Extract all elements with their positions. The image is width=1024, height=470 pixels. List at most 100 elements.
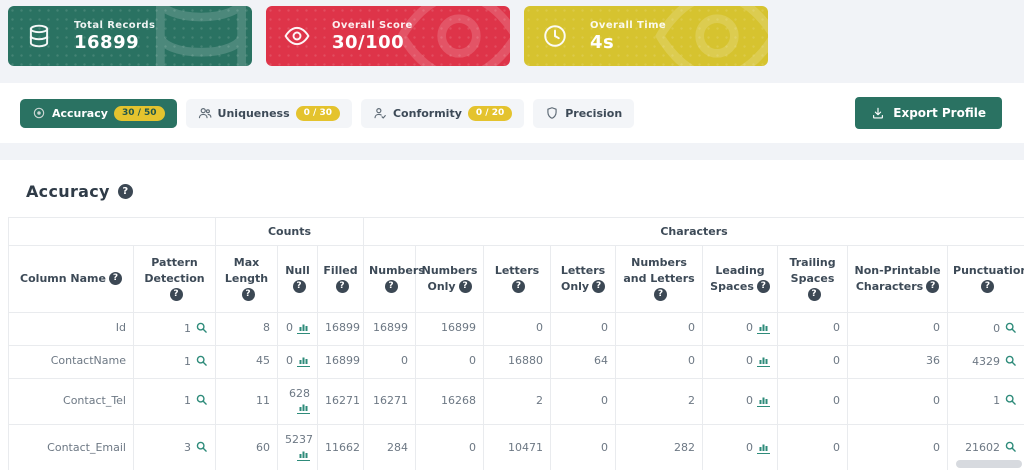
cell-value: 1 [993, 394, 1001, 408]
value-cell: 45 [215, 344, 278, 379]
value-cell: 0 [415, 344, 485, 379]
column-name-cell: Id [8, 311, 134, 346]
column-header: Non-Printable Characters? [847, 245, 949, 313]
cell-value: 11 [256, 393, 270, 407]
value-cell: 5237 [277, 424, 318, 470]
help-icon[interactable]: ? [241, 288, 255, 302]
help-icon[interactable]: ? [592, 280, 606, 294]
value-cell: 2 [483, 377, 552, 426]
magnifier-icon[interactable] [195, 393, 208, 406]
help-icon[interactable]: ? [807, 288, 821, 302]
cell-value: 16899 [325, 354, 360, 368]
cell-value: 16880 [508, 354, 544, 368]
cell-value: 5237 [285, 433, 313, 447]
column-header: Numbers Only? [415, 245, 485, 313]
cell-value: 0 [746, 440, 754, 454]
value-cell: 0 [363, 344, 417, 379]
cell-value: 0 [688, 354, 696, 368]
value-cell: 0 [550, 424, 617, 470]
value-cell: 16268 [415, 377, 485, 426]
column-header-label: Trailing Spaces [789, 256, 836, 285]
tab-accuracy[interactable]: Accuracy 30 / 50 [20, 98, 177, 128]
value-cell: 0 [777, 311, 849, 346]
help-icon[interactable]: ? [108, 272, 122, 286]
cell-value: 11662 [325, 440, 360, 454]
value-cell: 1 [947, 377, 1024, 426]
bar-chart-icon[interactable] [297, 354, 310, 368]
download-icon [871, 106, 885, 120]
column-header-label: Filled [323, 263, 358, 277]
bar-chart-icon[interactable] [757, 394, 771, 407]
tab-precision[interactable]: Precision [533, 98, 635, 128]
tab-badge: 0 / 20 [467, 105, 513, 121]
bar-chart-icon[interactable] [297, 321, 310, 335]
target-icon [32, 106, 46, 120]
help-icon[interactable]: ? [756, 280, 770, 294]
magnifier-icon[interactable] [1004, 393, 1017, 406]
value-cell: 1 [133, 377, 216, 426]
cell-value: 0 [536, 321, 544, 335]
column-group-header [8, 217, 216, 246]
shield-icon [545, 106, 559, 120]
bar-chart-icon[interactable] [757, 354, 771, 368]
tabs-band: Accuracy 30 / 50 Uniqueness 0 / 30 Confo… [0, 83, 1024, 143]
cell-value: Id [115, 321, 126, 335]
value-cell: 16899 [415, 311, 485, 346]
help-icon[interactable]: ? [292, 280, 306, 294]
magnifier-icon[interactable] [195, 354, 208, 367]
cell-value: 0 [601, 321, 609, 335]
help-icon[interactable]: ? [117, 184, 133, 199]
help-icon[interactable]: ? [926, 280, 940, 294]
value-cell: 64 [550, 344, 617, 379]
table-row: Contact_Email 3 60 5237 11662 284 0 10471 0 282 0 0… [8, 424, 1024, 470]
cell-value: 0 [933, 440, 941, 454]
card-value: 4s [590, 31, 615, 53]
column-header: Punctuation? [947, 245, 1024, 313]
cell-value: 45 [256, 354, 270, 368]
magnifier-icon[interactable] [1004, 321, 1017, 334]
cell-value: 4329 [972, 354, 1001, 368]
value-cell: 0 [483, 311, 552, 346]
cell-value: 0 [688, 321, 696, 335]
cell-value: 16268 [441, 393, 477, 407]
horizontal-scrollbar-thumb[interactable] [956, 460, 1022, 468]
column-header: Letters Only? [550, 245, 617, 313]
tab-conformity[interactable]: Conformity 0 / 20 [360, 98, 525, 128]
help-icon[interactable]: ? [458, 280, 472, 294]
cell-value: 0 [746, 321, 754, 335]
value-cell: 0 [702, 311, 779, 346]
cell-value: 64 [594, 354, 609, 368]
bar-chart-icon[interactable] [757, 321, 771, 335]
help-icon[interactable]: ? [981, 280, 995, 294]
magnifier-icon[interactable] [1004, 354, 1017, 367]
help-icon[interactable]: ? [512, 280, 526, 294]
value-cell: 0 [702, 377, 779, 426]
value-cell: 628 [277, 377, 318, 426]
column-header-label: Numbers [369, 263, 425, 277]
bar-chart-icon[interactable] [297, 448, 310, 462]
tab-uniqueness[interactable]: Uniqueness 0 / 30 [185, 98, 352, 128]
help-icon[interactable]: ? [384, 280, 398, 294]
value-cell: 2 [615, 377, 704, 426]
magnifier-icon[interactable] [1004, 440, 1017, 453]
cell-value: 628 [289, 386, 310, 400]
help-icon[interactable]: ? [335, 280, 349, 294]
bar-chart-icon[interactable] [757, 441, 771, 454]
cell-value: 16271 [325, 393, 360, 407]
cell-value: 36 [926, 354, 941, 368]
help-icon[interactable]: ? [169, 288, 183, 302]
magnifier-icon[interactable] [195, 440, 208, 453]
cell-value: 282 [674, 440, 696, 454]
help-icon[interactable]: ? [654, 288, 668, 302]
cell-value: 0 [833, 321, 841, 335]
export-profile-button[interactable]: Export Profile [855, 97, 1002, 129]
column-header-label: Max Length [224, 256, 269, 285]
cell-value: Contact_Email [47, 440, 126, 454]
column-header: Pattern Detection? [133, 245, 216, 313]
bar-chart-icon[interactable] [297, 401, 310, 415]
column-group-header: Characters [363, 217, 1024, 246]
magnifier-icon[interactable] [195, 321, 208, 334]
cell-value: 1 [184, 321, 191, 335]
value-cell: 8 [215, 311, 278, 346]
card-label: Overall Time [590, 19, 667, 31]
